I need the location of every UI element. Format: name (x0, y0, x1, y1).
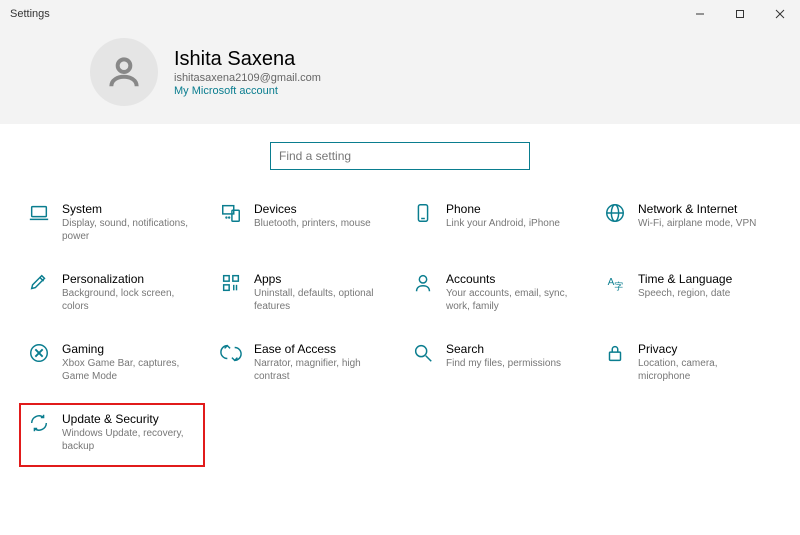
tile-search[interactable]: Search Find my files, permissions (404, 334, 588, 396)
settings-grid: System Display, sound, notifications, pow… (0, 180, 800, 476)
maximize-button[interactable] (720, 0, 760, 28)
tile-apps[interactable]: Apps Uninstall, defaults, optional featur… (212, 264, 396, 326)
tile-desc: Speech, region, date (638, 288, 732, 301)
tile-time[interactable]: A字 Time & Language Speech, region, date (596, 264, 780, 326)
microsoft-account-link[interactable]: My Microsoft account (174, 85, 321, 97)
tile-privacy[interactable]: Privacy Location, camera, microphone (596, 334, 780, 396)
user-name: Ishita Saxena (174, 48, 321, 71)
tile-desc: Find my files, permissions (446, 358, 561, 371)
tile-desc: Windows Update, recovery, backup (62, 428, 192, 453)
tile-system[interactable]: System Display, sound, notifications, pow… (20, 194, 204, 256)
user-email: ishitasaxena2109@gmail.com (174, 72, 321, 84)
avatar[interactable] (90, 38, 158, 106)
devices-icon (218, 200, 244, 226)
lock-icon (602, 340, 628, 366)
tile-accounts[interactable]: Accounts Your accounts, email, sync, work… (404, 264, 588, 326)
tile-gaming[interactable]: Gaming Xbox Game Bar, captures, Game Mode (20, 334, 204, 396)
tile-desc: Display, sound, notifications, power (62, 218, 192, 243)
tile-desc: Location, camera, microphone (638, 358, 768, 383)
tile-desc: Bluetooth, printers, mouse (254, 218, 371, 231)
minimize-button[interactable] (680, 0, 720, 28)
tile-devices[interactable]: Devices Bluetooth, printers, mouse (212, 194, 396, 256)
tile-title: Time & Language (638, 272, 732, 286)
tile-title: Apps (254, 272, 384, 286)
tile-title: Devices (254, 202, 371, 216)
tile-title: Personalization (62, 272, 192, 286)
tile-personalization[interactable]: Personalization Background, lock screen, … (20, 264, 204, 326)
tile-desc: Your accounts, email, sync, work, family (446, 288, 576, 313)
tile-title: System (62, 202, 192, 216)
tile-update-security[interactable]: Update & Security Windows Update, recover… (20, 404, 204, 466)
globe-icon (602, 200, 628, 226)
tile-desc: Link your Android, iPhone (446, 218, 560, 231)
tile-ease[interactable]: Ease of Access Narrator, magnifier, high … (212, 334, 396, 396)
user-header: Ishita Saxena ishitasaxena2109@gmail.com… (0, 28, 800, 124)
tile-desc: Background, lock screen, colors (62, 288, 192, 313)
gaming-icon (26, 340, 52, 366)
tile-title: Update & Security (62, 412, 192, 426)
language-icon: A字 (602, 270, 628, 296)
person-icon (410, 270, 436, 296)
tile-desc: Wi-Fi, airplane mode, VPN (638, 218, 756, 231)
tile-title: Phone (446, 202, 560, 216)
tile-desc: Narrator, magnifier, high contrast (254, 358, 384, 383)
window-title: Settings (10, 8, 50, 20)
tile-desc: Xbox Game Bar, captures, Game Mode (62, 358, 192, 383)
accessibility-icon (218, 340, 244, 366)
laptop-icon (26, 200, 52, 226)
window-controls (680, 0, 800, 28)
tile-title: Accounts (446, 272, 576, 286)
user-icon (105, 53, 143, 91)
tile-network[interactable]: Network & Internet Wi-Fi, airplane mode, … (596, 194, 780, 256)
search-container (0, 124, 800, 180)
paintbrush-icon (26, 270, 52, 296)
phone-icon (410, 200, 436, 226)
search-icon (410, 340, 436, 366)
tile-title: Network & Internet (638, 202, 756, 216)
close-button[interactable] (760, 0, 800, 28)
sync-icon (26, 410, 52, 436)
titlebar: Settings (0, 0, 800, 28)
tile-title: Search (446, 342, 561, 356)
search-input[interactable] (270, 142, 530, 170)
tile-title: Gaming (62, 342, 192, 356)
tile-desc: Uninstall, defaults, optional features (254, 288, 384, 313)
apps-icon (218, 270, 244, 296)
svg-text:字: 字 (614, 280, 623, 291)
tile-phone[interactable]: Phone Link your Android, iPhone (404, 194, 588, 256)
tile-title: Ease of Access (254, 342, 384, 356)
user-info: Ishita Saxena ishitasaxena2109@gmail.com… (174, 48, 321, 97)
tile-title: Privacy (638, 342, 768, 356)
